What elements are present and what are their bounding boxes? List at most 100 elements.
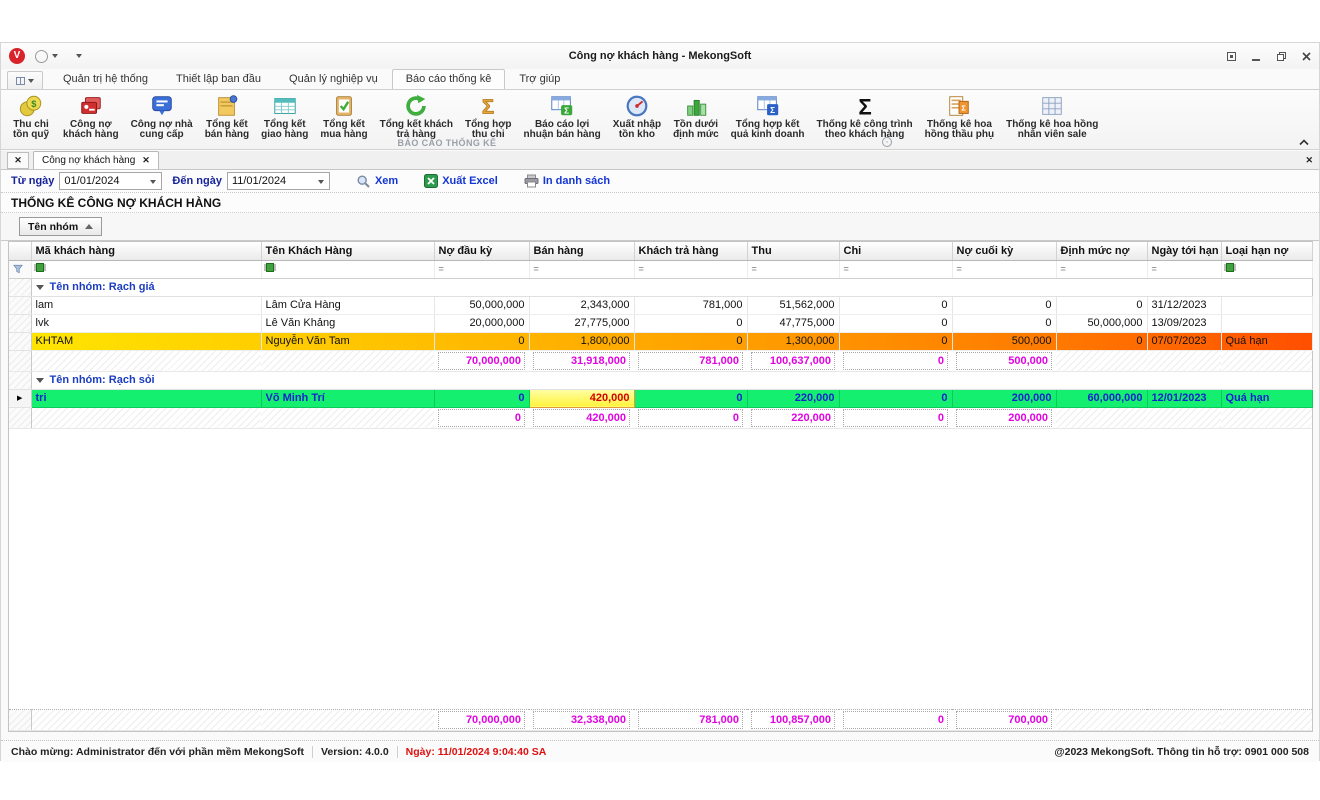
group-row-0[interactable]: Tên nhóm: Rạch giá [9, 278, 1312, 297]
cell[interactable]: Quá hạn [1221, 332, 1313, 351]
from-date-combo[interactable] [59, 172, 163, 190]
column-header-9[interactable]: Ngày tới hạn [1147, 242, 1222, 261]
cell[interactable]: 0 [952, 314, 1057, 333]
cell[interactable]: 0 [434, 332, 530, 351]
tab-close-icon[interactable]: ✕ [142, 155, 150, 166]
cell[interactable]: 50,000,000 [1056, 314, 1148, 333]
ribbon-button-12[interactable]: Σ Thống kê công trình theo khách hàng [811, 92, 919, 140]
ribbon-tab-1[interactable]: Thiết lập ban đầu [162, 69, 275, 90]
view-button[interactable]: Xem [356, 174, 398, 189]
column-header-1[interactable]: Tên Khách Hàng [261, 242, 435, 261]
cell[interactable]: 220,000 [747, 389, 840, 408]
cell[interactable]: 781,000 [634, 296, 748, 315]
filter-cell-7[interactable]: = [952, 260, 1057, 279]
ribbon-button-0[interactable]: $ Thu chi tồn quỹ [5, 92, 57, 140]
ribbon-button-14[interactable]: Thống kê hoa hồng nhân viên sale [1000, 92, 1104, 140]
cell[interactable]: 200,000 [952, 389, 1057, 408]
minimize-button[interactable] [1250, 50, 1263, 63]
filter-cell-5[interactable]: = [747, 260, 840, 279]
data-row-0-1[interactable]: lvk Lê Văn Khảng 20,000,000 27,775,000 0 47,7… [9, 314, 1313, 333]
filter-cell-3[interactable]: = [529, 260, 635, 279]
column-header-6[interactable]: Chi [839, 242, 953, 261]
ribbon-button-1[interactable]: Công nợ khách hàng [57, 92, 125, 140]
cell[interactable]: 1,300,000 [747, 332, 840, 351]
cell[interactable]: lvk [31, 314, 262, 333]
column-header-4[interactable]: Khách trả hàng [634, 242, 748, 261]
ribbon-collapse-button[interactable] [1299, 139, 1309, 146]
cell[interactable]: 2,343,000 [529, 296, 635, 315]
restore-button[interactable] [1275, 50, 1288, 63]
ribbon-tab-4[interactable]: Trợ giúp [505, 69, 574, 90]
ribbon-button-9[interactable]: Xuất nhập tồn kho [607, 92, 667, 140]
cell[interactable]: 31/12/2023 [1147, 296, 1222, 315]
cell[interactable]: 0 [634, 389, 748, 408]
cell[interactable] [1221, 314, 1313, 333]
ribbon-tab-3[interactable]: Báo cáo thống kê [391, 69, 506, 90]
ribbon-tab-0[interactable]: Quản trị hệ thống [49, 69, 162, 90]
cell[interactable]: 0 [839, 389, 953, 408]
data-row-0-0[interactable]: lam Lâm Cửa Hàng 50,000,000 2,343,000 781,00… [9, 296, 1313, 315]
filter-cell-4[interactable]: = [634, 260, 748, 279]
to-date-input[interactable] [227, 175, 308, 187]
data-row-0-2[interactable]: KHTAM Nguyễn Văn Tam 0 1,800,000 0 1,300,000 0… [9, 332, 1313, 351]
column-header-0[interactable]: Mã khách hàng [31, 242, 262, 261]
cell[interactable]: 0 [634, 332, 748, 351]
cell[interactable]: 51,562,000 [747, 296, 840, 315]
column-header-10[interactable]: Loại hạn nợ [1221, 242, 1313, 261]
ribbon-button-6[interactable]: Tổng kết khách trả hàng [374, 92, 459, 140]
cell[interactable] [1221, 296, 1313, 315]
cell[interactable]: Lâm Cửa Hàng [261, 296, 435, 315]
cell[interactable]: tri [31, 389, 262, 408]
cell[interactable]: 420,000 [528, 388, 635, 408]
ribbon-button-11[interactable]: Σ Tổng hợp kết quả kinh doanh [725, 92, 811, 140]
cell[interactable]: 0 [1056, 296, 1148, 315]
cell[interactable]: 0 [839, 296, 953, 315]
chevron-down-icon[interactable] [150, 180, 157, 184]
close-button[interactable] [1300, 50, 1313, 63]
cell[interactable]: 0 [434, 389, 530, 408]
ribbon-button-7[interactable]: Σ Tổng hợp thu chi [459, 92, 518, 140]
filter-cell-8[interactable]: = [1056, 260, 1148, 279]
chevron-down-icon[interactable] [317, 180, 324, 184]
filter-cell-1[interactable] [261, 260, 435, 279]
group-by-button[interactable]: Tên nhóm [19, 217, 103, 236]
column-header-8[interactable]: Định mức nợ [1056, 242, 1148, 261]
cell[interactable]: Quá hạn [1221, 389, 1313, 408]
filter-cell-6[interactable]: = [839, 260, 953, 279]
filter-cell-0[interactable] [31, 260, 262, 279]
ribbon-button-5[interactable]: Tổng kết mua hàng [314, 92, 373, 140]
cell[interactable]: Nguyễn Văn Tam [261, 332, 435, 351]
cell[interactable]: Lê Văn Khảng [261, 314, 435, 333]
column-header-2[interactable]: Nợ đầu kỳ [434, 242, 530, 261]
strip-close-button[interactable]: ✕ [1305, 155, 1313, 166]
data-row-1-0[interactable]: ▶ tri Võ Minh Trí 0 420,000 0 220,000 0 200,000 6… [9, 388, 1313, 408]
cell[interactable]: 0 [839, 332, 953, 351]
ribbon-button-8[interactable]: Σ Báo cáo lợi nhuận bán hàng [518, 92, 607, 140]
cell[interactable]: 500,000 [952, 332, 1057, 351]
from-date-input[interactable] [60, 175, 141, 187]
ribbon-button-13[interactable]: Σ Thống kê hoa hồng thầu phụ [919, 92, 1000, 140]
to-date-combo[interactable] [226, 172, 330, 190]
group-row-1[interactable]: Tên nhóm: Rạch sỏi [9, 371, 1312, 390]
cell[interactable]: Võ Minh Trí [261, 389, 435, 408]
cell[interactable]: 0 [634, 314, 748, 333]
fullscreen-button[interactable] [1225, 50, 1238, 63]
cell[interactable]: KHTAM [31, 332, 262, 351]
cell[interactable]: 0 [1056, 332, 1148, 351]
cell[interactable]: 1,800,000 [529, 332, 635, 351]
cell[interactable]: 27,775,000 [529, 314, 635, 333]
column-header-7[interactable]: Nợ cuối kỳ [952, 242, 1057, 261]
column-header-5[interactable]: Thu [747, 242, 840, 261]
column-header-3[interactable]: Bán hàng [529, 242, 635, 261]
cell[interactable]: 50,000,000 [434, 296, 530, 315]
filter-cell-9[interactable]: = [1147, 260, 1222, 279]
cell[interactable]: 20,000,000 [434, 314, 530, 333]
cell[interactable]: 12/01/2023 [1147, 389, 1222, 408]
cell[interactable]: 47,775,000 [747, 314, 840, 333]
cell[interactable]: 0 [952, 296, 1057, 315]
ribbon-tab-2[interactable]: Quản lý nghiệp vụ [275, 69, 392, 90]
ribbon-button-4[interactable]: Tổng kết giao hàng [255, 92, 314, 140]
filter-cell-10[interactable] [1221, 260, 1313, 279]
filter-cell-2[interactable]: = [434, 260, 530, 279]
cell[interactable]: 13/09/2023 [1147, 314, 1222, 333]
